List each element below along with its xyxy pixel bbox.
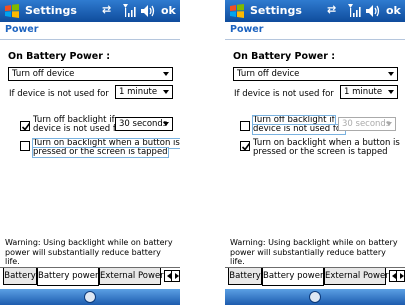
- chevron-down-icon: [163, 90, 169, 94]
- chevron-down-icon: [163, 72, 169, 76]
- windows-flag-icon[interactable]: [4, 3, 20, 19]
- page-header: Power: [0, 22, 180, 40]
- page-header: Power: [225, 22, 405, 40]
- speaker-icon[interactable]: [365, 4, 381, 18]
- section-label: On Battery Power :: [8, 51, 111, 62]
- button-backlight-checkbox[interactable]: [20, 141, 30, 151]
- inactive-label: If device is not used for: [234, 89, 334, 99]
- backlight-off-checkbox[interactable]: [20, 121, 31, 131]
- backlight-time-select-value: 30 seconds: [119, 119, 168, 129]
- backlight-off-checkbox[interactable]: [240, 121, 250, 131]
- chevron-down-icon: [388, 90, 394, 94]
- power-off-select[interactable]: Turn off device: [233, 67, 398, 81]
- inactive-time-select-value: 1 minute: [119, 87, 158, 97]
- screen-backlight-disabled: Settings ⇄ ok Power On Battery Power : T…: [225, 0, 405, 305]
- title-bar: Settings ⇄ ok: [225, 0, 405, 22]
- speaker-icon[interactable]: [140, 4, 156, 18]
- tab-bar: Battery Battery power External Power: [225, 267, 405, 288]
- tab-battery-power[interactable]: Battery power: [37, 268, 99, 286]
- soft-key-bar: [0, 289, 180, 305]
- inactive-time-select[interactable]: 1 minute: [340, 85, 398, 99]
- button-backlight-checkbox[interactable]: [240, 141, 251, 151]
- warning-line2: power will substantially reduce battery …: [230, 247, 386, 267]
- battery-warning: Warning: Using backlight while on batter…: [230, 238, 402, 267]
- inactive-time-select[interactable]: 1 minute: [115, 85, 173, 99]
- app-title: Settings: [250, 4, 302, 17]
- keyboard-icon[interactable]: [309, 291, 321, 303]
- inactive-label: If device is not used for: [9, 89, 109, 99]
- warning-line1: Warning: Using backlight while on batter…: [5, 238, 173, 247]
- backlight-time-select[interactable]: 30 seconds: [338, 117, 396, 131]
- power-off-select[interactable]: Turn off device: [8, 67, 173, 81]
- sync-arrows-icon[interactable]: ⇄: [102, 3, 111, 16]
- signal-strength-icon[interactable]: [122, 3, 136, 18]
- ok-button[interactable]: ok: [386, 4, 401, 17]
- inactive-time-select-value: 1 minute: [344, 87, 383, 97]
- ok-button[interactable]: ok: [161, 4, 176, 17]
- page-title: Power: [230, 24, 264, 35]
- screen-backlight-enabled: Settings ⇄ ok Power On Battery Power : T…: [0, 0, 180, 305]
- chevron-down-icon: [163, 122, 169, 126]
- backlight-time-select[interactable]: 30 seconds: [115, 117, 173, 131]
- warning-line1: Warning: Using backlight while on batter…: [230, 238, 398, 247]
- backlight-off-label-line2: device is not used for: [33, 124, 125, 134]
- tab-battery[interactable]: Battery: [228, 268, 262, 285]
- backlight-off-label-line2: device is not used for: [252, 124, 346, 135]
- power-off-select-value: Turn off device: [237, 69, 300, 79]
- section-label: On Battery Power :: [233, 51, 336, 62]
- button-backlight-label-line2: pressed or the screen is tapped: [32, 147, 169, 158]
- signal-strength-icon[interactable]: [347, 3, 361, 18]
- arrow-right-icon: [175, 273, 179, 279]
- tab-external-power[interactable]: External Power: [99, 268, 164, 285]
- sync-arrows-icon[interactable]: ⇄: [327, 3, 336, 16]
- tab-scroll-right-button[interactable]: [396, 270, 405, 282]
- tab-external-power[interactable]: External Power: [324, 268, 389, 285]
- battery-warning: Warning: Using backlight while on batter…: [5, 238, 177, 267]
- windows-flag-icon[interactable]: [229, 3, 245, 19]
- chevron-down-icon: [388, 72, 394, 76]
- soft-key-bar: [225, 289, 405, 305]
- arrow-right-icon: [400, 273, 404, 279]
- tab-battery-power[interactable]: Battery power: [262, 268, 324, 286]
- page-title: Power: [5, 24, 39, 35]
- button-backlight-label-line2: pressed or the screen is tapped: [253, 147, 388, 157]
- backlight-time-select-value: 30 seconds: [342, 119, 391, 129]
- power-off-select-value: Turn off device: [12, 69, 75, 79]
- tab-battery[interactable]: Battery: [3, 268, 37, 285]
- warning-line2: power will substantially reduce battery …: [5, 247, 161, 267]
- tab-bar: Battery Battery power External Power: [0, 267, 180, 288]
- chevron-down-icon: [386, 122, 392, 126]
- keyboard-icon[interactable]: [84, 291, 96, 303]
- checkmark-icon: [21, 123, 31, 131]
- title-bar: Settings ⇄ ok: [0, 0, 180, 22]
- app-title: Settings: [25, 4, 77, 17]
- checkmark-icon: [241, 143, 251, 151]
- tab-scroll-right-button[interactable]: [171, 270, 180, 282]
